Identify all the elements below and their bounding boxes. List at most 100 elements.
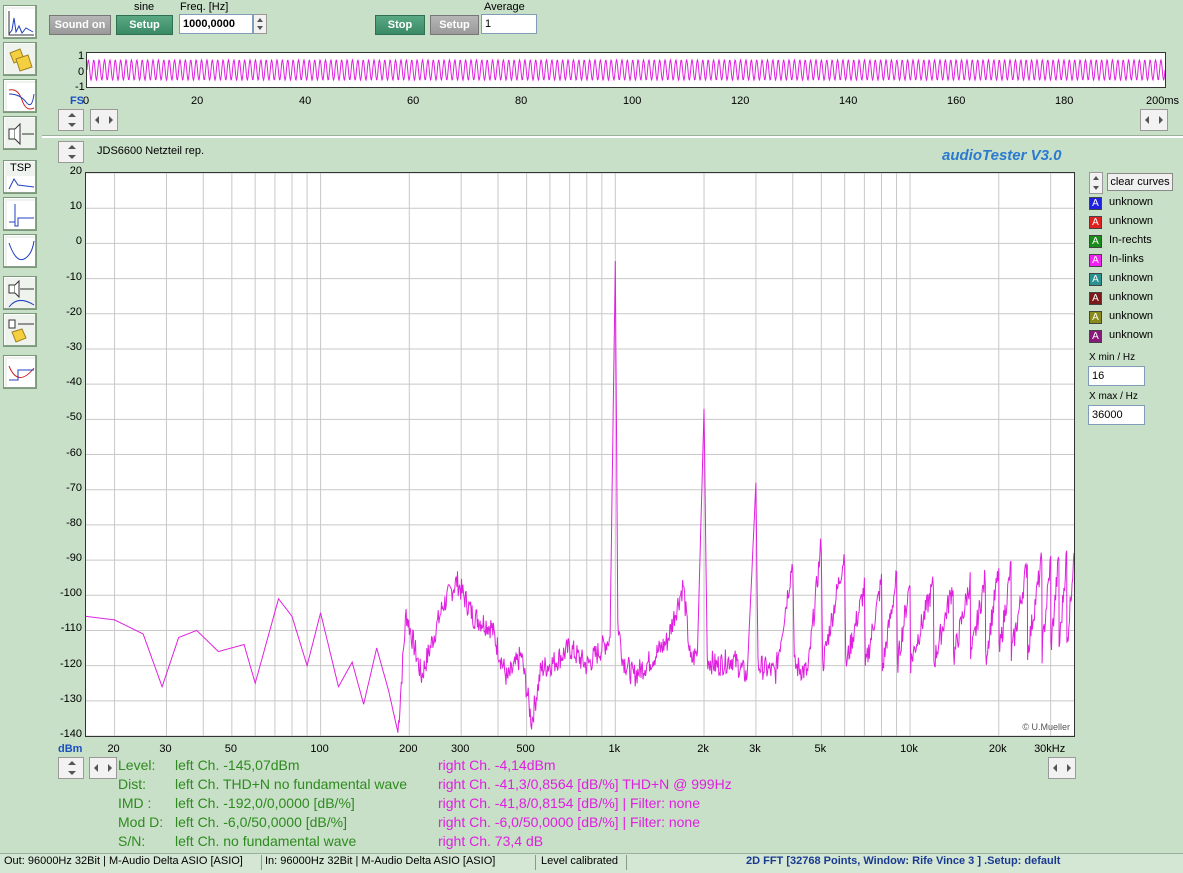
fft-y-tick: -70 bbox=[66, 481, 82, 494]
modd-label: Mod D: bbox=[118, 814, 164, 830]
legend-label: In-links bbox=[1109, 253, 1144, 265]
scope-x-tick: 180 bbox=[1055, 95, 1074, 107]
fft-x-tick: 1k bbox=[608, 743, 621, 755]
status-calibration: Level calibrated bbox=[541, 855, 619, 867]
legend-color-box[interactable]: A bbox=[1089, 254, 1102, 267]
impedance-icon bbox=[7, 238, 35, 266]
scope-y-zoom-stepper[interactable] bbox=[58, 109, 84, 131]
scope-x-tick: 20 bbox=[191, 95, 204, 107]
scope-x-tick: 160 bbox=[947, 95, 966, 107]
fft-y-tick: -130 bbox=[59, 692, 82, 705]
filter-icon bbox=[7, 359, 35, 387]
frequency-input[interactable]: 1000,0000 bbox=[179, 14, 253, 34]
sn-left: left Ch. no fundamental wave bbox=[175, 833, 357, 849]
scope-x-tick: 80 bbox=[515, 95, 528, 107]
tsp-button[interactable]: TSP bbox=[3, 160, 37, 194]
frequency-response-button[interactable] bbox=[3, 79, 37, 113]
fft-view-button[interactable] bbox=[3, 5, 37, 39]
speaker-files-button[interactable] bbox=[3, 313, 37, 347]
fft-y-tick: 0 bbox=[75, 235, 82, 248]
generator-setup-button[interactable]: Setup bbox=[116, 15, 173, 35]
curve-select-stepper[interactable] bbox=[1089, 172, 1103, 194]
status-input: In: 96000Hz 32Bit | M-Audio Delta ASIO [… bbox=[265, 855, 496, 867]
scope-x-tick: 140 bbox=[839, 95, 858, 107]
scope-scroll-stepper[interactable] bbox=[90, 109, 118, 131]
fft-x-tick: 10k bbox=[900, 743, 918, 755]
fft-scroll-stepper[interactable] bbox=[89, 757, 117, 779]
folder-icon bbox=[9, 48, 33, 72]
legend-label: unknown bbox=[1109, 215, 1154, 227]
impulse-button[interactable] bbox=[3, 197, 37, 231]
copyright: © U.Mueller bbox=[1022, 722, 1070, 732]
frequency-stepper[interactable] bbox=[253, 14, 267, 34]
fft-x-tick: 5k bbox=[814, 743, 827, 755]
fft-y-tick: -20 bbox=[66, 305, 82, 318]
legend-color-box[interactable]: A bbox=[1089, 235, 1102, 248]
filter-button[interactable] bbox=[3, 355, 37, 389]
generator-label: sine bbox=[134, 1, 155, 13]
scope-waveform bbox=[87, 58, 1165, 82]
modd-left: left Ch. -6,0/50,0000 [dB/%] bbox=[175, 814, 347, 830]
app-name: audioTester V3.0 bbox=[942, 147, 1062, 164]
legend-color-box[interactable]: A bbox=[1089, 216, 1102, 229]
legend-color-box[interactable]: A bbox=[1089, 292, 1102, 305]
scope-x-tick: 60 bbox=[407, 95, 420, 107]
sound-on-button[interactable]: Sound on bbox=[49, 15, 111, 35]
tsp-icon bbox=[7, 176, 35, 192]
x-max-input[interactable]: 36000 bbox=[1088, 405, 1145, 425]
fft-x-tick: 30kHz bbox=[1034, 743, 1066, 755]
fft-y-tick: -110 bbox=[60, 622, 82, 635]
fft-x-tick: 30 bbox=[159, 743, 172, 755]
legend-label: unknown bbox=[1109, 272, 1154, 284]
y-unit-label: dBm bbox=[58, 743, 83, 755]
fft-x-tick: 500 bbox=[516, 743, 535, 755]
scope-plot bbox=[86, 52, 1166, 88]
legend-color-box[interactable]: A bbox=[1089, 197, 1102, 210]
sn-right: right Ch. 73,4 dB bbox=[438, 833, 544, 849]
imd-left: left Ch. -192,0/0,0000 [dB/%] bbox=[175, 795, 355, 811]
fft-y-tick: -140 bbox=[59, 728, 82, 740]
scope-trace bbox=[87, 58, 1165, 82]
scope-x-zoom-stepper[interactable] bbox=[1140, 109, 1168, 131]
speaker-icon bbox=[8, 122, 34, 146]
analyzer-setup-button[interactable]: Setup bbox=[430, 15, 479, 35]
fft-y-zoom-stepper[interactable] bbox=[58, 141, 84, 163]
impulse-icon bbox=[7, 201, 35, 229]
tsp-label: TSP bbox=[10, 162, 32, 174]
legend-color-box[interactable]: A bbox=[1089, 330, 1102, 343]
scope-y-tick: 0 bbox=[78, 66, 85, 78]
imd-label: IMD : bbox=[118, 795, 152, 811]
speaker-measure-button[interactable] bbox=[3, 276, 37, 310]
fft-x-zoom-stepper[interactable] bbox=[1048, 757, 1076, 779]
speaker-button[interactable] bbox=[3, 116, 37, 150]
fft-y-tick: -30 bbox=[66, 340, 82, 353]
fft-chart bbox=[86, 173, 1074, 736]
x-max-label: X max / Hz bbox=[1089, 391, 1138, 402]
result-scroll-stepper[interactable] bbox=[58, 757, 84, 779]
stop-button[interactable]: Stop bbox=[375, 15, 425, 35]
fft-x-tick: 300 bbox=[451, 743, 470, 755]
clear-curves-button[interactable]: clear curves bbox=[1107, 173, 1173, 191]
fft-x-tick: 200 bbox=[399, 743, 418, 755]
legend-label: unknown bbox=[1109, 291, 1154, 303]
level-left: left Ch. -145,07dBm bbox=[175, 757, 300, 773]
spectrum-trace bbox=[86, 260, 1074, 733]
legend-color-box[interactable]: A bbox=[1089, 311, 1102, 324]
legend-label: unknown bbox=[1109, 329, 1154, 341]
fft-plot: © U.Mueller bbox=[85, 172, 1075, 737]
fft-y-tick: 10 bbox=[69, 200, 82, 213]
measurement-title: JDS6600 Netzteil rep. bbox=[97, 145, 204, 157]
divider bbox=[42, 135, 1183, 138]
impedance-button[interactable] bbox=[3, 234, 37, 268]
fft-x-tick: 20k bbox=[988, 743, 1007, 755]
x-min-input[interactable]: 16 bbox=[1088, 366, 1145, 386]
status-output: Out: 96000Hz 32Bit | M-Audio Delta ASIO … bbox=[4, 855, 243, 867]
fft-y-tick: -60 bbox=[66, 446, 82, 459]
legend-color-box[interactable]: A bbox=[1089, 273, 1102, 286]
average-input[interactable]: 1 bbox=[481, 14, 537, 34]
fft-y-tick: -100 bbox=[59, 587, 82, 600]
fft-x-tick: 3k bbox=[749, 743, 761, 755]
dist-left: left Ch. THD+N no fundamental wave bbox=[175, 776, 408, 792]
files-button[interactable] bbox=[3, 42, 37, 76]
legend-label: In-rechts bbox=[1109, 234, 1152, 246]
